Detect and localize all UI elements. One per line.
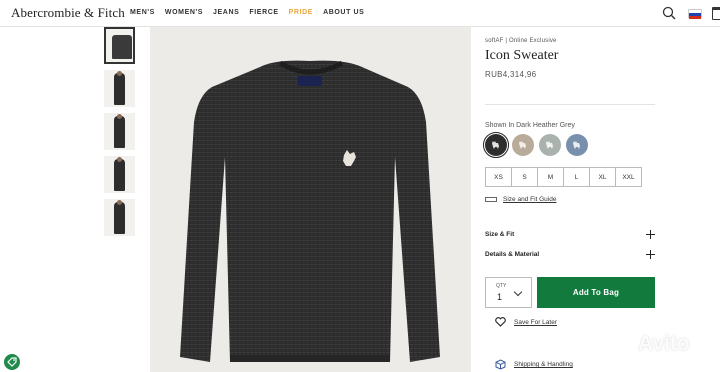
tag-icon bbox=[4, 354, 20, 370]
accordion-details-label: Details & Material bbox=[485, 251, 540, 258]
size-xxl[interactable]: XXL bbox=[615, 167, 642, 187]
save-for-later-link[interactable]: Save For Later bbox=[495, 317, 557, 327]
model-thumbnail-image bbox=[114, 114, 125, 148]
sweater-image bbox=[180, 60, 440, 362]
add-to-bag-button[interactable]: Add To Bag bbox=[537, 277, 655, 308]
swatch-light-grey[interactable] bbox=[539, 134, 561, 156]
divider bbox=[485, 104, 655, 105]
plus-icon bbox=[646, 230, 655, 239]
site-header: Abercrombie & Fitch MEN'S WOMEN'S JEANS … bbox=[0, 0, 720, 27]
quantity-select[interactable]: QTY 1 bbox=[485, 277, 532, 308]
accordion-size-fit[interactable]: Size & Fit bbox=[485, 230, 655, 239]
accordion-size-fit-label: Size & Fit bbox=[485, 231, 515, 238]
nav-fierce[interactable]: FIERCE bbox=[249, 9, 278, 16]
save-for-later-label: Save For Later bbox=[514, 318, 557, 326]
thumbnail-gallery bbox=[104, 27, 138, 242]
shipping-link[interactable]: Shipping & Handling bbox=[495, 359, 573, 370]
model-thumbnail-image bbox=[114, 200, 125, 234]
thumbnail-5[interactable] bbox=[104, 199, 135, 236]
quantity-value: 1 bbox=[497, 292, 503, 302]
size-selector: XS S M L XL XXL bbox=[485, 167, 642, 187]
avito-watermark: Avito bbox=[612, 332, 690, 356]
quantity-label: QTY bbox=[496, 283, 507, 289]
size-guide-label: Size and Fit Guide bbox=[503, 196, 557, 203]
moose-icon bbox=[546, 141, 553, 149]
watermark-text: Avito bbox=[638, 332, 690, 355]
ruler-icon bbox=[485, 197, 497, 202]
swatch-blue[interactable] bbox=[566, 134, 588, 156]
moose-icon bbox=[492, 141, 499, 149]
size-xs[interactable]: XS bbox=[485, 167, 512, 187]
model-thumbnail-image bbox=[114, 71, 125, 105]
product-price: RUB4,314,96 bbox=[485, 70, 537, 79]
country-flag-icon[interactable] bbox=[688, 9, 702, 19]
bag-icon[interactable] bbox=[712, 7, 720, 20]
search-icon[interactable] bbox=[662, 6, 676, 20]
nav-pride[interactable]: PRIDE bbox=[289, 9, 313, 16]
main-product-image[interactable] bbox=[150, 27, 471, 372]
thumbnail-1[interactable] bbox=[104, 27, 135, 64]
chevron-down-icon bbox=[513, 287, 523, 297]
main-nav: MEN'S WOMEN'S JEANS FIERCE PRIDE ABOUT U… bbox=[130, 9, 364, 16]
swatch-dark-heather-grey[interactable] bbox=[483, 132, 509, 158]
swatch-beige[interactable] bbox=[512, 134, 534, 156]
model-thumbnail-image bbox=[114, 157, 125, 191]
size-l[interactable]: L bbox=[563, 167, 590, 187]
heart-icon bbox=[495, 317, 506, 327]
nav-mens[interactable]: MEN'S bbox=[130, 9, 155, 16]
product-title: Icon Sweater bbox=[485, 48, 559, 63]
plus-icon bbox=[646, 250, 655, 259]
brand-logo[interactable]: Abercrombie & Fitch bbox=[11, 5, 125, 21]
thumbnail-4[interactable] bbox=[104, 156, 135, 193]
color-swatches bbox=[483, 132, 588, 158]
thumbnail-2[interactable] bbox=[104, 70, 135, 107]
flag-stripe-red bbox=[689, 16, 701, 19]
box-icon bbox=[495, 359, 506, 370]
thumbnail-3[interactable] bbox=[104, 113, 135, 150]
nav-about-us[interactable]: ABOUT US bbox=[323, 9, 364, 16]
color-label: Shown In Dark Heather Grey bbox=[485, 122, 575, 129]
shipping-label: Shipping & Handling bbox=[514, 361, 573, 368]
nav-jeans[interactable]: JEANS bbox=[213, 9, 239, 16]
moose-icon bbox=[519, 141, 526, 149]
nav-womens[interactable]: WOMEN'S bbox=[165, 9, 203, 16]
size-guide-link[interactable]: Size and Fit Guide bbox=[485, 196, 556, 203]
accordion-details-material[interactable]: Details & Material bbox=[485, 250, 655, 259]
product-subtitle: softAF | Online Exclusive bbox=[485, 38, 557, 44]
sweater-thumbnail-image bbox=[112, 35, 132, 59]
avito-logo-icon bbox=[613, 334, 632, 353]
size-m[interactable]: M bbox=[537, 167, 564, 187]
size-s[interactable]: S bbox=[511, 167, 538, 187]
tag-shape bbox=[7, 357, 17, 367]
size-xl[interactable]: XL bbox=[589, 167, 616, 187]
moose-icon bbox=[573, 141, 580, 149]
